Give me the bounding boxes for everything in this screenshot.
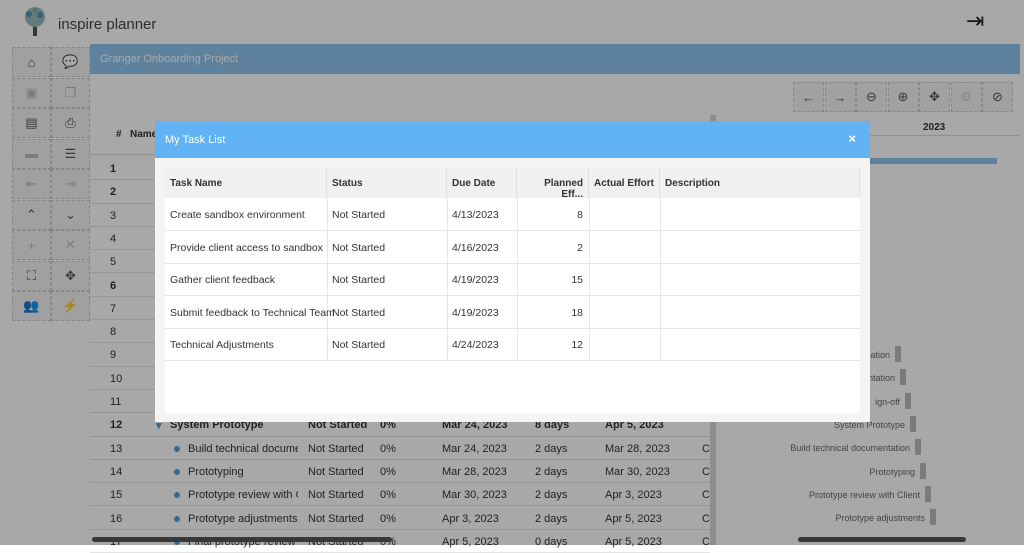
cell-task: Submit feedback to Technical Team (170, 306, 335, 319)
task-table: Task Name Status Due Date Planned Eff... Act… (165, 168, 860, 413)
cell-planned: 15 (571, 274, 583, 287)
cell-planned: 8 (577, 209, 583, 221)
cell-due: 4/16/2023 (452, 241, 499, 254)
my-task-list-modal: My Task List × Task Name Status Due Date Pl… (155, 121, 870, 422)
cell-status: Not Started (332, 274, 386, 287)
cell-task: Technical Adjustments (170, 339, 274, 352)
modal-header: My Task List × (155, 121, 870, 158)
cell-planned: 12 (571, 339, 583, 352)
close-icon[interactable]: × (848, 131, 856, 146)
task-row[interactable]: Submit feedback to Technical Team Not Sta… (165, 296, 860, 329)
column-header-due-date[interactable]: Due Date (447, 168, 517, 198)
cell-status: Not Started (332, 241, 386, 254)
cell-status: Not Started (332, 306, 386, 319)
task-row[interactable]: Create sandbox environment Not Started 4/1… (165, 198, 860, 231)
column-header-task-name[interactable]: Task Name (165, 168, 327, 198)
cell-due: 4/19/2023 (452, 306, 499, 319)
column-header-status[interactable]: Status (327, 168, 447, 198)
cell-planned: 2 (577, 241, 583, 254)
cell-planned: 18 (571, 306, 583, 319)
cell-due: 4/13/2023 (452, 209, 499, 221)
task-row[interactable]: Gather client feedback Not Started 4/19/20… (165, 263, 860, 297)
cell-status: Not Started (332, 209, 386, 221)
task-row[interactable]: Technical Adjustments Not Started 4/24/202… (165, 328, 860, 362)
cell-task: Create sandbox environment (170, 209, 305, 221)
cell-task: Provide client access to sandbox (170, 241, 323, 254)
cell-status: Not Started (332, 339, 386, 352)
modal-title: My Task List (165, 134, 226, 146)
column-header-actual-effort[interactable]: Actual Effort (589, 168, 660, 198)
task-row[interactable]: Provide client access to sandbox Not Star… (165, 231, 860, 264)
cell-due: 4/24/2023 (452, 339, 499, 352)
column-header-description[interactable]: Description (660, 168, 860, 198)
cell-task: Gather client feedback (170, 274, 276, 287)
column-header-planned-eff-[interactable]: Planned Eff... (517, 168, 589, 200)
cell-due: 4/19/2023 (452, 274, 499, 287)
